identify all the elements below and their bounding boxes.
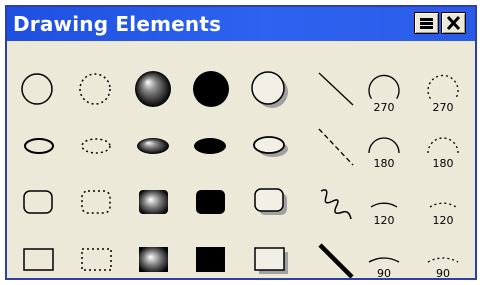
filled-circle-tool[interactable] [193, 71, 229, 107]
squiggle-line-tool[interactable] [320, 189, 352, 220]
palette-area: 270 270 180 180 120 120 90 90 [7, 41, 475, 280]
arc-label: 90 [377, 267, 391, 278]
dotted-circle-tool[interactable] [79, 73, 111, 105]
arc-label: 120 [433, 214, 454, 227]
close-button[interactable] [441, 12, 466, 34]
arc-120-tool[interactable]: 120 [370, 202, 398, 227]
shaded-ellipse-tool[interactable] [137, 138, 169, 154]
arc-label: 120 [374, 214, 395, 227]
title-bar[interactable]: Drawing Elements [7, 7, 475, 41]
dotted-ellipse-tool[interactable] [81, 138, 111, 154]
thick-line-tool[interactable] [318, 243, 354, 279]
rectangle-tool[interactable] [23, 248, 54, 271]
shadowed-circle-tool[interactable] [251, 71, 288, 108]
arc-label: 180 [374, 157, 395, 170]
drawing-elements-window: Drawing Elements 270 270 180 180 120 120… [5, 5, 477, 280]
filled-ellipse-tool[interactable] [194, 138, 226, 154]
dotted-rectangle-tool[interactable] [81, 248, 112, 271]
rounded-rectangle-tool[interactable] [23, 190, 53, 214]
shadowed-rectangle-tool[interactable] [254, 247, 288, 274]
palette-row-3: 120 120 [23, 188, 457, 227]
arc-270-tool[interactable]: 270 [368, 74, 400, 114]
dashed-line-tool[interactable] [318, 128, 354, 166]
filled-rectangle-tool[interactable] [196, 247, 225, 272]
arc-90-tool[interactable]: 90 [368, 257, 400, 280]
arc-label: 90 [436, 267, 450, 278]
shadowed-rounded-rectangle-tool[interactable] [254, 188, 287, 215]
dotted-arc-270-tool[interactable]: 270 [427, 74, 459, 114]
arc-label: 180 [433, 157, 454, 170]
shadowed-ellipse-tool[interactable] [253, 136, 288, 157]
filled-rounded-rectangle-tool[interactable] [196, 190, 225, 214]
dotted-arc-120-tool[interactable]: 120 [429, 202, 457, 227]
circle-tool[interactable] [21, 73, 53, 105]
arc-label: 270 [433, 101, 454, 114]
dotted-rounded-rectangle-tool[interactable] [81, 190, 111, 214]
menu-icon [420, 18, 433, 29]
arc-180-tool[interactable]: 180 [368, 137, 400, 170]
palette-row-1: 270 270 [21, 71, 459, 114]
diagonal-line-tool[interactable] [318, 72, 354, 106]
palette-row-2: 180 180 [24, 128, 459, 170]
palette-row-4: 90 90 [23, 243, 459, 280]
shaded-rounded-rectangle-tool[interactable] [139, 190, 168, 214]
dotted-arc-90-tool[interactable]: 90 [427, 257, 459, 280]
ellipse-tool[interactable] [24, 138, 54, 154]
window-menu-button[interactable] [414, 12, 439, 34]
shaded-circle-tool[interactable] [135, 71, 171, 107]
shaded-rectangle-tool[interactable] [139, 247, 168, 272]
arc-label: 270 [374, 101, 395, 114]
element-palette: 270 270 180 180 120 120 90 90 [21, 71, 459, 280]
close-icon [446, 15, 461, 31]
dotted-arc-180-tool[interactable]: 180 [427, 137, 459, 170]
window-title: Drawing Elements [13, 12, 222, 36]
